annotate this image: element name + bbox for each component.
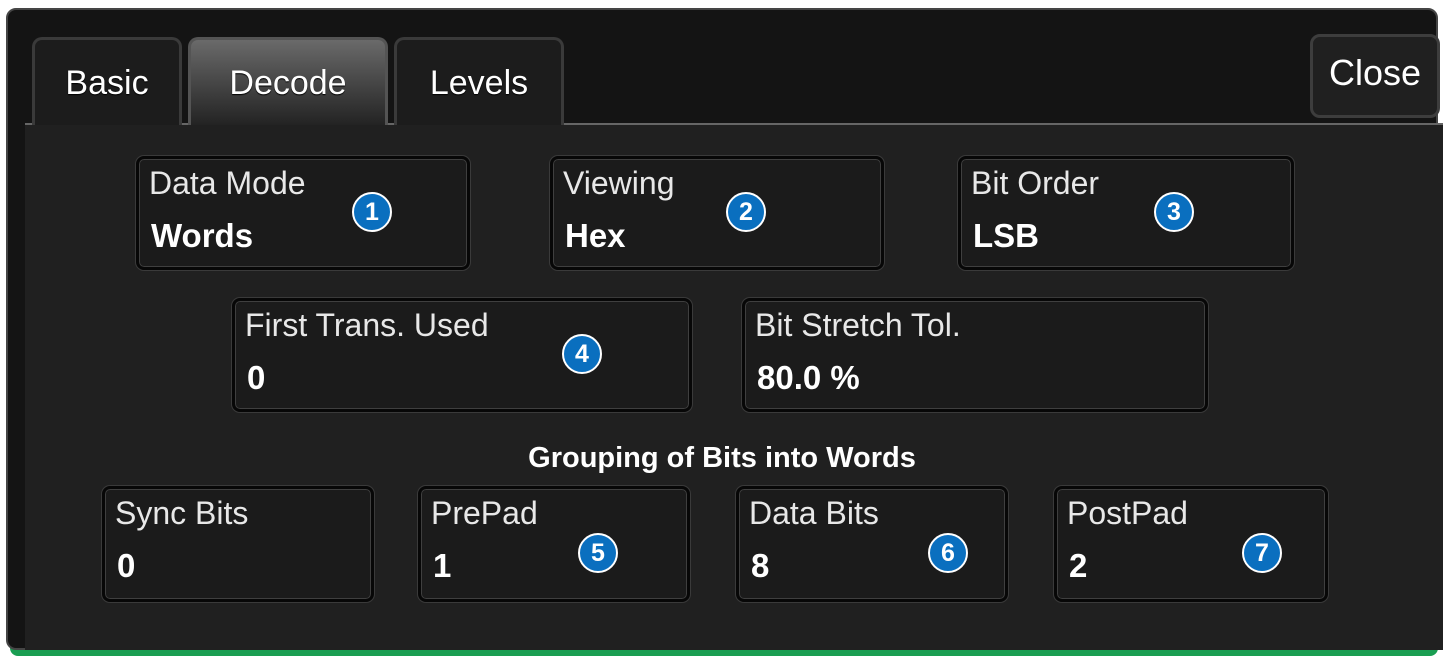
- bit-stretch-tol-field[interactable]: Bit Stretch Tol. 80.0 %: [742, 298, 1208, 412]
- data-mode-label: Data Mode: [149, 165, 306, 201]
- close-button-label: Close: [1328, 52, 1422, 93]
- first-trans-used-value: 0: [247, 359, 266, 396]
- postpad-label: PostPad: [1067, 495, 1188, 531]
- callout-badge-5: 5: [578, 533, 618, 573]
- prepad-label: PrePad: [431, 495, 538, 531]
- first-trans-used-field[interactable]: First Trans. Used 0: [232, 298, 692, 412]
- prepad-value: 1: [433, 547, 452, 584]
- data-bits-label: Data Bits: [749, 495, 879, 531]
- sync-bits-value: 0: [117, 547, 136, 584]
- grouping-heading: Grouping of Bits into Words: [528, 442, 916, 474]
- callout-badge-4: 4: [562, 334, 602, 374]
- close-button[interactable]: Close: [1310, 34, 1440, 118]
- bit-order-field[interactable]: Bit Order LSB: [958, 156, 1294, 270]
- data-bits-field[interactable]: Data Bits 8: [736, 486, 1008, 602]
- tab-levels[interactable]: Levels: [394, 37, 564, 125]
- callout-badge-1: 1: [352, 192, 392, 232]
- bit-order-label: Bit Order: [971, 165, 1100, 201]
- sync-bits-label: Sync Bits: [115, 495, 249, 531]
- callout-badge-2: 2: [726, 192, 766, 232]
- decode-settings-dialog: Basic Decode Levels Close Data Mode Word…: [6, 8, 1443, 650]
- prepad-field[interactable]: PrePad 1: [418, 486, 690, 602]
- first-trans-used-label: First Trans. Used: [245, 307, 489, 343]
- callout-badge-6: 6: [928, 533, 968, 573]
- viewing-label: Viewing: [563, 165, 675, 201]
- tab-decode[interactable]: Decode: [188, 37, 388, 125]
- data-bits-value: 8: [751, 547, 770, 584]
- callout-badge-7: 7: [1242, 533, 1282, 573]
- postpad-field[interactable]: PostPad 2: [1054, 486, 1328, 602]
- tab-decode-label: Decode: [229, 64, 347, 102]
- viewing-value: Hex: [565, 217, 626, 254]
- data-mode-value: Words: [151, 217, 254, 254]
- postpad-value: 2: [1069, 547, 1088, 584]
- tab-basic-label: Basic: [65, 64, 149, 102]
- sync-bits-field[interactable]: Sync Bits 0: [102, 486, 374, 602]
- viewing-field[interactable]: Viewing Hex: [550, 156, 884, 270]
- callout-badge-3: 3: [1154, 192, 1194, 232]
- bit-stretch-tol-value: 80.0 %: [757, 359, 860, 396]
- bit-order-value: LSB: [973, 217, 1039, 254]
- data-mode-field[interactable]: Data Mode Words: [136, 156, 470, 270]
- bit-stretch-tol-label: Bit Stretch Tol.: [755, 307, 961, 343]
- tab-basic[interactable]: Basic: [32, 37, 182, 125]
- tab-levels-label: Levels: [429, 64, 529, 102]
